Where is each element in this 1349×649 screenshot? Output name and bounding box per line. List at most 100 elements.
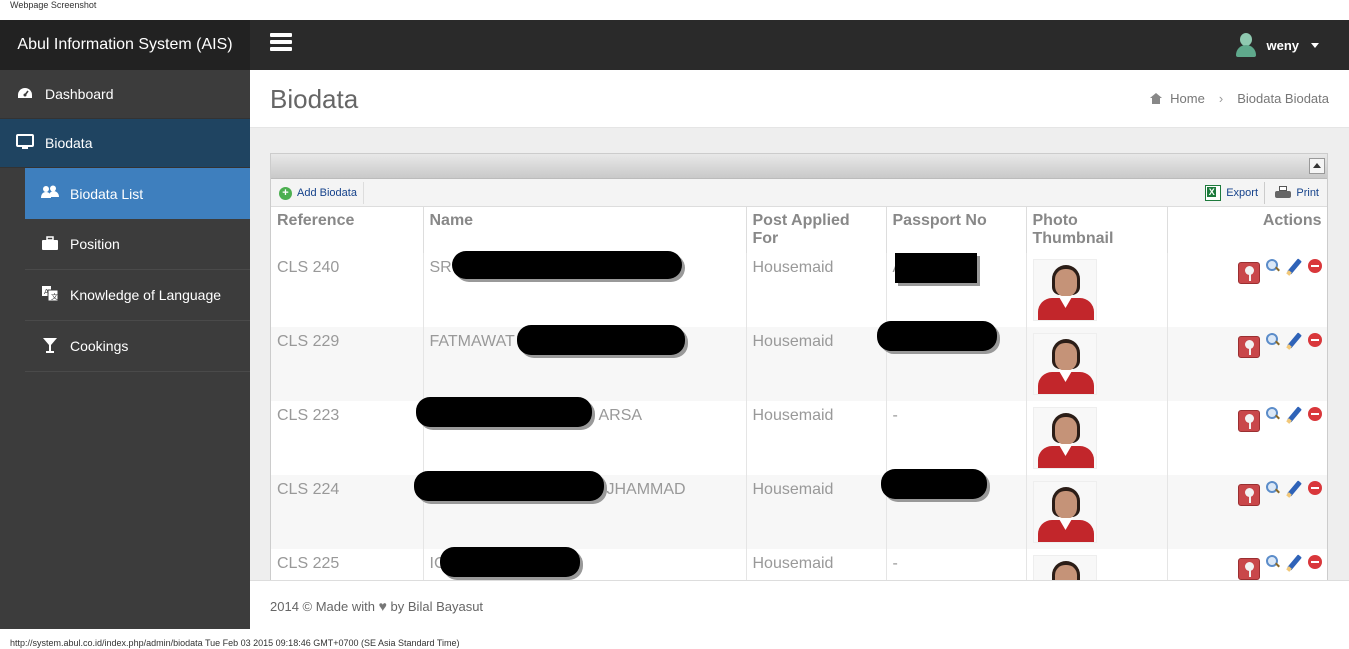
cell-photo	[1026, 549, 1168, 582]
column-header-passport[interactable]: Passport No	[886, 207, 1027, 253]
page-footer: 2014 © Made with ♥ by Bilal Bayasut	[250, 580, 1349, 629]
main-content: Biodata Home › Biodata Biodata + Add Bio…	[250, 70, 1349, 629]
sidebar-item-cookings[interactable]: Cookings	[25, 321, 250, 372]
edit-icon[interactable]	[1286, 555, 1302, 571]
photo-thumbnail[interactable]	[1032, 407, 1097, 469]
cell-reference: CLS 225	[271, 549, 424, 582]
breadcrumb: Home › Biodata Biodata	[1150, 91, 1329, 106]
cocktail-icon	[41, 337, 59, 356]
capture-url: http://system.abul.co.id/index.php/admin…	[10, 638, 460, 648]
table-row[interactable]: CLS 225 IC Housemaid -	[271, 547, 1327, 582]
photo-thumbnail[interactable]	[1032, 481, 1097, 543]
sidebar: Dashboard Biodata Biodata List Position …	[0, 70, 250, 629]
svg-text:A: A	[44, 288, 49, 296]
sidebar-item-position[interactable]: Position	[25, 219, 250, 270]
photo-thumbnail[interactable]	[1032, 333, 1097, 395]
table-row[interactable]: CLS 224 JHAMMAD Housemaid	[271, 469, 1327, 549]
sidebar-item-biodata[interactable]: Biodata	[0, 119, 250, 168]
cell-post: Housemaid	[746, 549, 887, 582]
footer-credit: 2014 © Made with ♥ by Bilal Bayasut	[270, 598, 483, 614]
photo-thumbnail[interactable]	[1032, 259, 1097, 321]
cell-passport	[880, 469, 1027, 549]
user-menu[interactable]: weny	[1236, 20, 1319, 70]
table-header-row: Reference Name Post Applied For Passport…	[271, 207, 1327, 253]
cell-actions	[1167, 253, 1327, 327]
menu-toggle-icon[interactable]	[270, 33, 292, 53]
heart-icon: ♥	[378, 598, 387, 614]
edit-icon[interactable]	[1286, 259, 1302, 275]
redaction-mark	[451, 251, 682, 279]
sidebar-item-biodata-list[interactable]: Biodata List	[25, 168, 250, 219]
sidebar-item-knowledge-of-language[interactable]: A文 Knowledge of Language	[25, 270, 250, 321]
add-biodata-label: Add Biodata	[297, 187, 357, 199]
cell-post: Housemaid	[746, 327, 887, 401]
add-icon: +	[279, 186, 292, 200]
column-header-reference[interactable]: Reference	[271, 207, 424, 253]
sidebar-item-dashboard[interactable]: Dashboard	[0, 70, 250, 119]
redaction-mark	[415, 397, 592, 427]
sidebar-item-label: Biodata	[45, 135, 93, 151]
redaction-mark	[516, 325, 685, 355]
cell-passport: -	[886, 401, 1027, 475]
sidebar-item-label: Position	[70, 236, 120, 252]
table-row[interactable]: CLS 240 SR Housemaid A	[271, 251, 1327, 327]
username: weny	[1266, 37, 1299, 53]
view-icon[interactable]	[1265, 555, 1280, 569]
sidebar-item-label: Knowledge of Language	[70, 287, 222, 303]
brand-title[interactable]: Abul Information System (AIS)	[0, 20, 250, 70]
view-icon[interactable]	[1265, 481, 1280, 495]
grid-titlebar	[271, 154, 1327, 179]
cell-actions	[1167, 401, 1327, 475]
column-header-name[interactable]: Name	[423, 207, 747, 253]
edit-icon[interactable]	[1286, 407, 1302, 423]
cell-post: Housemaid	[746, 253, 887, 327]
redaction-mark	[880, 469, 987, 499]
cell-reference: CLS 223	[271, 401, 424, 475]
svg-text:文: 文	[51, 292, 58, 301]
view-icon[interactable]	[1265, 407, 1280, 421]
redaction-mark	[876, 321, 997, 351]
photo-thumbnail[interactable]	[1032, 555, 1097, 582]
add-biodata-button[interactable]: + Add Biodata	[273, 182, 364, 204]
cell-actions	[1167, 549, 1327, 582]
cell-actions	[1167, 327, 1327, 401]
edit-icon[interactable]	[1286, 481, 1302, 497]
sidebar-item-label: Biodata List	[70, 185, 144, 202]
view-icon[interactable]	[1265, 259, 1280, 273]
page-title: Biodata	[270, 84, 359, 114]
cell-photo	[1026, 401, 1168, 475]
excel-icon	[1205, 185, 1222, 201]
biodata-grid: + Add Biodata Export Print Reference Nam…	[270, 153, 1328, 583]
pin-icon[interactable]	[1237, 262, 1260, 284]
language-icon: A文	[41, 286, 59, 304]
delete-icon[interactable]	[1307, 333, 1322, 347]
view-icon[interactable]	[1265, 333, 1280, 347]
cell-reference: CLS 240	[271, 253, 424, 327]
delete-icon[interactable]	[1307, 481, 1322, 495]
pin-icon[interactable]	[1237, 484, 1260, 506]
column-header-post[interactable]: Post Applied For	[746, 207, 887, 253]
cell-photo	[1026, 327, 1168, 401]
cell-name: ARSA	[415, 397, 747, 475]
redaction-mark	[894, 253, 977, 283]
cell-photo	[1026, 475, 1168, 549]
table-row[interactable]: CLS 229 FATMAWAT Housemaid	[271, 321, 1327, 401]
pin-icon[interactable]	[1237, 410, 1260, 432]
cell-name: FATMAWAT	[423, 325, 747, 401]
cell-passport	[876, 321, 1027, 401]
monitor-icon	[16, 133, 34, 153]
collapse-grid-button[interactable]	[1309, 158, 1325, 174]
export-label: Export	[1226, 187, 1258, 199]
breadcrumb-home[interactable]: Home	[1170, 91, 1205, 106]
print-button[interactable]: Print	[1269, 182, 1325, 204]
delete-icon[interactable]	[1307, 259, 1322, 273]
pin-icon[interactable]	[1237, 558, 1260, 580]
edit-icon[interactable]	[1286, 333, 1302, 349]
pin-icon[interactable]	[1237, 336, 1260, 358]
export-button[interactable]: Export	[1199, 182, 1265, 204]
cell-reference: CLS 229	[271, 327, 424, 401]
delete-icon[interactable]	[1307, 555, 1322, 569]
print-label: Print	[1296, 187, 1319, 199]
table-row[interactable]: CLS 223 ARSA Housemaid -	[271, 397, 1327, 475]
delete-icon[interactable]	[1307, 407, 1322, 421]
